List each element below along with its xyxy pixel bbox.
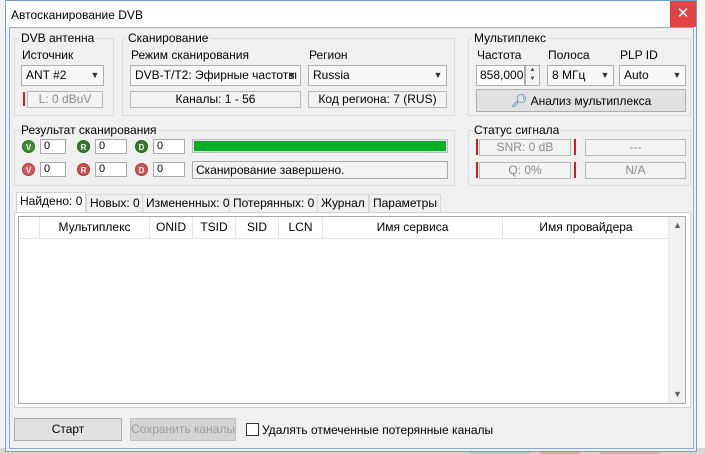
table-header: Мультиплекс ONID TSID SID LCN Имя сервис… xyxy=(19,217,669,239)
scan-progress-fill xyxy=(194,141,446,151)
scan-mode-label: Режим сканирования xyxy=(131,48,249,62)
plp-label: PLP ID xyxy=(620,48,658,62)
region-label: Регион xyxy=(309,48,348,62)
background-window-right xyxy=(697,0,705,454)
scan-result-group-label: Результат сканирования xyxy=(19,123,159,137)
region-value: Russia xyxy=(313,68,350,82)
chevron-down-icon: ▼ xyxy=(90,70,100,80)
counter-r-found: 0 xyxy=(95,139,127,154)
found-tab-panel: Мультиплекс ONID TSID SID LCN Имя сервис… xyxy=(14,212,691,408)
column-header-onid[interactable]: ONID xyxy=(150,217,193,239)
magnifier-icon: 🔎︎ xyxy=(510,93,528,108)
bandwidth-value: 8 МГц xyxy=(552,68,586,82)
quality-readout: Q: 0% xyxy=(479,162,571,179)
column-header-lcn[interactable]: LCN xyxy=(279,217,323,239)
plp-value: Auto xyxy=(624,68,649,82)
tab-found[interactable]: Найдено: 0 xyxy=(16,192,87,213)
counter-d-error: 0 xyxy=(153,162,185,177)
save-channels-button[interactable]: Сохранить каналы xyxy=(130,418,236,441)
tab-changed[interactable]: Измененных: 0 xyxy=(142,194,234,213)
bandwidth-label: Полоса xyxy=(548,48,590,62)
scroll-up-icon[interactable]: ▲ xyxy=(669,217,686,234)
quality-extra-readout: N/A xyxy=(585,162,686,179)
chevron-down-icon: ▼ xyxy=(672,70,682,80)
chevron-down-icon: ▼ xyxy=(287,70,297,80)
column-header-provider-name[interactable]: Имя провайдера xyxy=(503,217,669,239)
scroll-down-icon[interactable]: ▼ xyxy=(669,386,686,403)
frequency-value: 858,000 xyxy=(480,68,524,82)
scan-mode-select[interactable]: DVB-T/T2: Эфирные частоты ▼ xyxy=(130,65,301,86)
error-r-icon: R xyxy=(77,163,90,176)
frequency-stepper[interactable]: ▲ ▼ xyxy=(525,65,540,86)
bandwidth-select[interactable]: 8 МГц ▼ xyxy=(547,65,614,86)
scan-mode-value: DVB-T/T2: Эфирные частоты xyxy=(135,68,297,82)
region-code-readout: Код региона: 7 (RUS) xyxy=(308,91,447,108)
delete-lost-checkbox[interactable] xyxy=(246,423,259,436)
chevron-down-icon: ▼ xyxy=(433,70,443,80)
plp-select[interactable]: Auto ▼ xyxy=(619,65,686,86)
counter-v-found: 0 xyxy=(40,139,66,154)
column-header-multiplex[interactable]: Мультиплекс xyxy=(40,217,150,239)
window-title: Автосканирование DVB xyxy=(11,8,143,22)
stepper-down-icon[interactable]: ▼ xyxy=(526,75,539,84)
quality-indicator-mark xyxy=(476,162,478,178)
level-indicator-mark xyxy=(23,92,25,106)
source-select[interactable]: ANT #2 ▼ xyxy=(21,65,104,86)
valid-d-icon: D xyxy=(135,140,148,153)
channels-readout: Каналы: 1 - 56 xyxy=(130,91,301,108)
stepper-up-icon[interactable]: ▲ xyxy=(526,66,539,75)
quality-indicator-mark-right xyxy=(574,162,576,178)
frequency-input[interactable]: 858,000 xyxy=(476,65,525,86)
close-button[interactable]: ✕ xyxy=(670,1,696,27)
column-header-tsid[interactable]: TSID xyxy=(193,217,236,239)
scan-group-label: Сканирование xyxy=(126,31,211,45)
channels-table[interactable]: Мультиплекс ONID TSID SID LCN Имя сервис… xyxy=(18,216,686,404)
multiplex-group-label: Мультиплекс xyxy=(472,31,548,45)
frequency-label: Частота xyxy=(477,48,522,62)
error-d-icon: D xyxy=(135,163,148,176)
autoscan-dialog: Автосканирование DVB ✕ DVB антенна Источ… xyxy=(5,0,697,452)
snr-readout: SNR: 0 dB xyxy=(479,139,571,156)
scan-status-text: Сканирование завершено. xyxy=(192,161,448,179)
valid-v-icon: V xyxy=(22,140,35,153)
counter-d-found: 0 xyxy=(153,139,185,154)
analyze-multiplex-button[interactable]: 🔎︎ Анализ мультиплекса xyxy=(476,89,686,112)
tab-log[interactable]: Журнал xyxy=(317,194,369,213)
snr-indicator-mark xyxy=(476,139,478,155)
antenna-level-readout: L: 0 dBuV xyxy=(27,91,103,108)
snr-extra-readout: --- xyxy=(585,139,686,156)
start-button[interactable]: Старт xyxy=(14,418,122,441)
column-header-sid[interactable]: SID xyxy=(236,217,279,239)
antenna-group-label: DVB антенна xyxy=(19,31,97,45)
chevron-down-icon: ▼ xyxy=(600,70,610,80)
region-select[interactable]: Russia ▼ xyxy=(308,65,447,86)
delete-lost-label[interactable]: Удалять отмеченные потерянные каналы xyxy=(262,423,493,437)
column-header-marker[interactable] xyxy=(19,217,40,239)
analyze-multiplex-label: Анализ мультиплекса xyxy=(530,94,652,108)
title-bar[interactable]: Автосканирование DVB ✕ xyxy=(6,1,696,29)
counter-r-error: 0 xyxy=(95,162,127,177)
column-header-service-name[interactable]: Имя сервиса xyxy=(323,217,503,239)
counter-v-error: 0 xyxy=(40,162,66,177)
valid-r-icon: R xyxy=(77,140,90,153)
signal-status-group-label: Статус сигнала xyxy=(472,123,562,137)
error-v-icon: V xyxy=(22,163,35,176)
table-vertical-scrollbar[interactable]: ▲ ▼ xyxy=(668,217,685,403)
tab-new[interactable]: Новых: 0 xyxy=(86,194,144,213)
source-label: Источник xyxy=(22,48,74,62)
source-select-value: ANT #2 xyxy=(26,68,67,82)
snr-indicator-mark-right xyxy=(574,139,576,155)
scan-progress-bar xyxy=(192,139,448,153)
tab-lost[interactable]: Потерянных: 0 xyxy=(229,194,319,213)
tab-settings[interactable]: Параметры xyxy=(369,194,441,213)
